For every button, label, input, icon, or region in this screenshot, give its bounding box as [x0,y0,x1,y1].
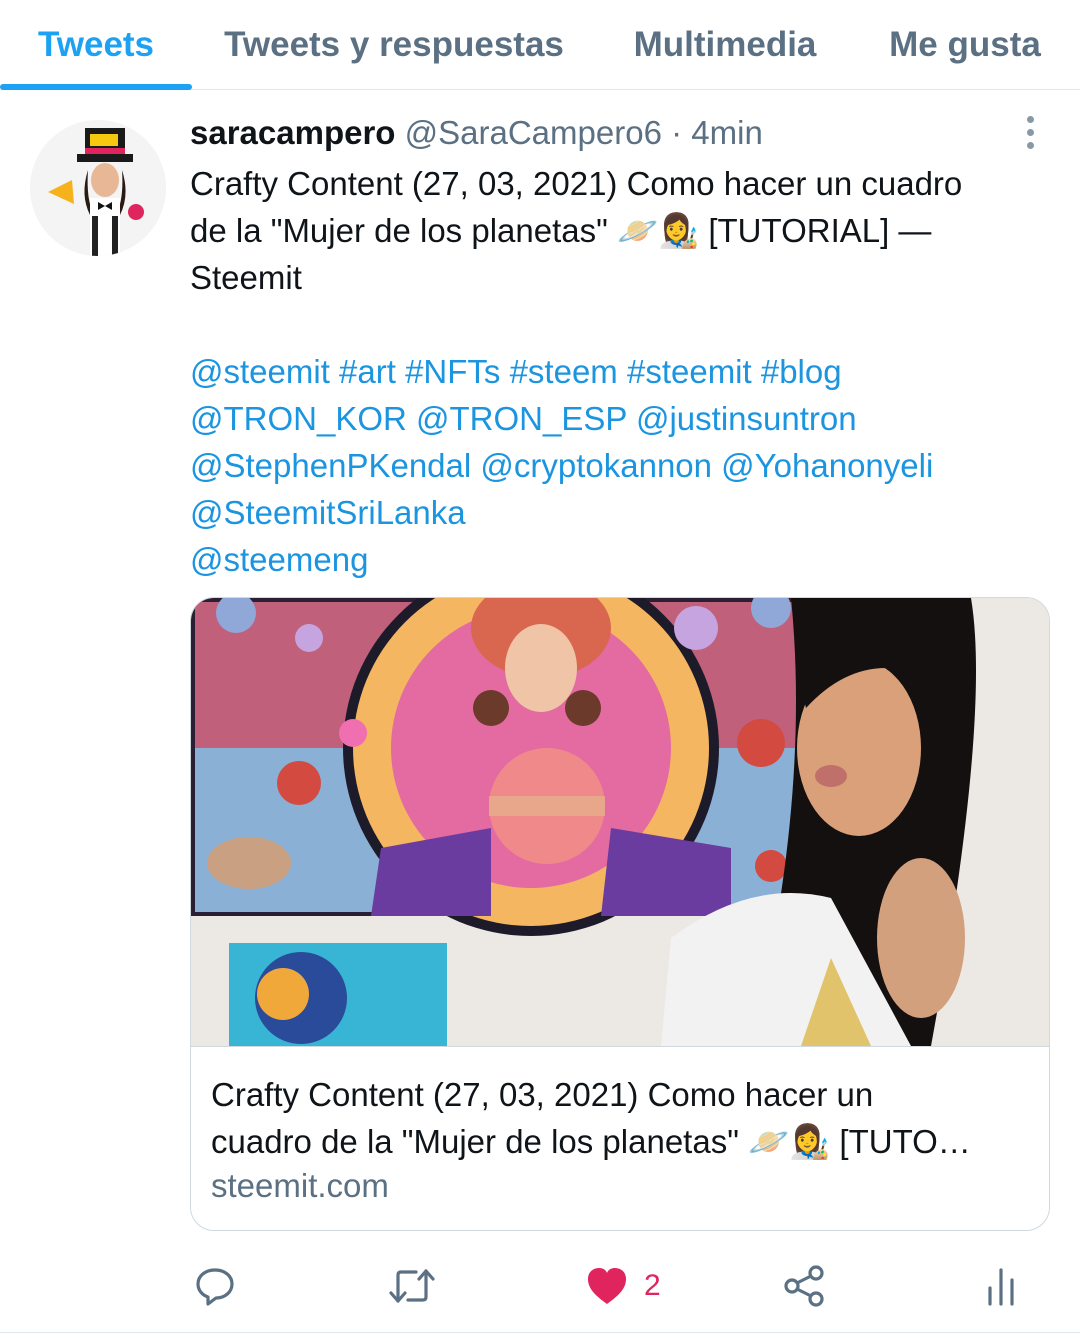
tab-likes[interactable]: Me gusta [870,0,1060,90]
like-button[interactable]: 2 [586,1260,661,1312]
tab-media[interactable]: Multimedia [614,0,836,90]
card-body: Crafty Content (27, 03, 2021) Como hacer… [191,1046,1049,1230]
avatar-image [30,120,166,256]
profile-tabs: Tweets Tweets y respuestas Multimedia Me… [0,0,1080,90]
active-tab-indicator [0,84,192,90]
tweet-text-line: Crafty Content (27, 03, 2021) Como hacer… [190,165,963,202]
tag-line[interactable]: @StephenPKendal @cryptokannon @Yohanonye… [190,442,1050,489]
tweet-text-line: Steemit [190,259,302,296]
card-domain: steemit.com [211,1167,389,1204]
card-title: Crafty Content (27, 03, 2021) Como hacer… [211,1071,1031,1165]
share-button[interactable] [782,1260,826,1312]
analytics-icon [988,1268,1014,1306]
tweet-text: Crafty Content (27, 03, 2021) Como hacer… [190,160,1050,301]
tweet-actions: 2 [0,1250,1080,1320]
link-preview-card[interactable]: Crafty Content (27, 03, 2021) Como hacer… [190,597,1050,1231]
retweet-icon [389,1269,435,1303]
share-icon [784,1265,824,1307]
tag-line[interactable]: @TRON_KOR @TRON_ESP @justinsuntron [190,395,1050,442]
tag-line[interactable]: @SteemitSriLanka [190,489,1050,536]
user-handle[interactable]: @SaraCampero6 [405,114,662,151]
avatar[interactable] [30,120,166,256]
retweet-button[interactable] [388,1260,436,1312]
heart-icon [588,1268,626,1304]
reply-button[interactable] [194,1260,236,1312]
card-title-line: Crafty Content (27, 03, 2021) Como hacer… [211,1076,874,1113]
tweet-text-line: de la "Mujer de los planetas" 🪐👩‍🎨 [TUTO… [190,212,932,249]
like-count: 2 [644,1269,661,1302]
display-name[interactable]: saracampero [190,114,395,151]
divider [0,1332,1080,1333]
more-options-icon[interactable] [1016,116,1044,156]
tweet-mentions-hashtags: @steemit #art #NFTs #steem #steemit #blo… [190,348,1050,583]
card-image [191,598,1049,1046]
reply-icon [196,1268,234,1306]
separator: · [671,114,683,151]
tag-line[interactable]: @steemeng [190,536,1050,583]
timestamp[interactable]: 4min [691,114,763,151]
tab-tweets-and-replies[interactable]: Tweets y respuestas [212,0,576,90]
tweet-header: saracampero @SaraCampero6 · 4min [190,114,763,158]
card-title-line: cuadro de la "Mujer de los planetas" 🪐👩‍… [211,1123,971,1160]
analytics-button[interactable] [986,1260,1016,1312]
tag-line[interactable]: @steemit #art #NFTs #steem #steemit #blo… [190,348,1050,395]
tab-tweets[interactable]: Tweets [0,0,192,90]
